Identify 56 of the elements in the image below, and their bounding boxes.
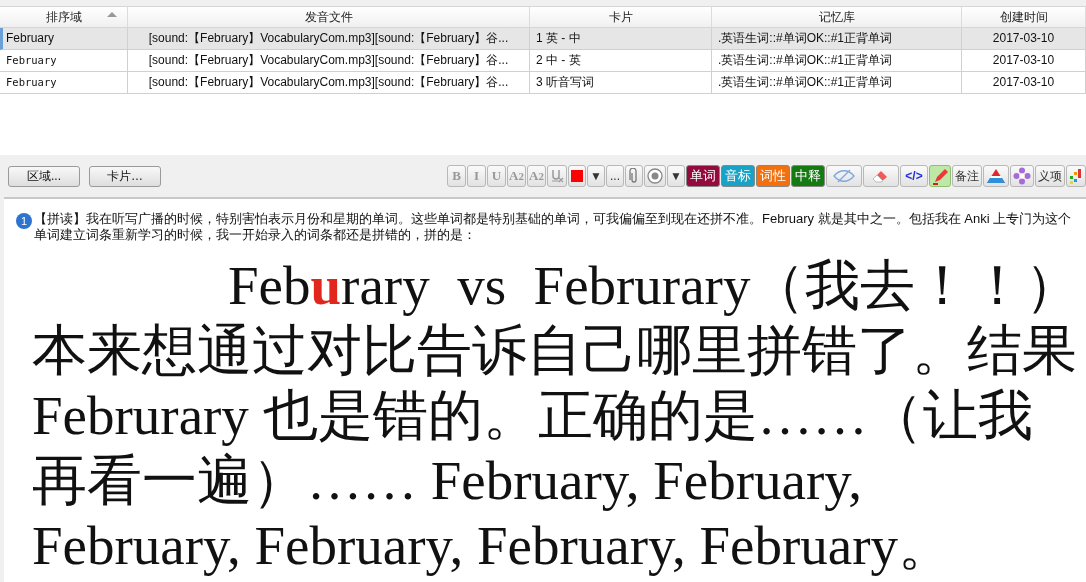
dialog-button[interactable]: 区域... bbox=[8, 165, 80, 187]
code-button[interactable]: </> bbox=[900, 165, 928, 187]
dialog-button[interactable]: 卡片… bbox=[89, 165, 161, 187]
table-cell: [sound:【February】VocabularyCom.mp3][sound:【February】谷... bbox=[128, 28, 530, 50]
column-header[interactable]: 排序域 bbox=[0, 6, 128, 28]
table-cell: 2017-03-10 bbox=[962, 50, 1086, 72]
toolbar-button[interactable] bbox=[1010, 165, 1034, 187]
table-cell: February bbox=[0, 50, 128, 72]
table-cell: [sound:【February】VocabularyCom.mp3][sound:【February】谷... bbox=[128, 50, 530, 72]
column-header[interactable]: 创建时间 bbox=[962, 6, 1086, 28]
intro-paragraph: 【拼读】我在听写广播的时候，特别害怕表示月份和星期的单词。这些单词都是特别基础的单词，可我偏偏至到现在还拼不准。February 就是其中之一。包括我在 Anki 上专门为这个单词建立词条重新学习的时候，我一开始录入的词条都还是拼错的，拼的是： bbox=[34, 211, 1073, 243]
toolbar-button[interactable]: ... bbox=[606, 165, 624, 187]
table-row[interactable]: February [sound:【February】VocabularyCom.mp3][sound:【February】谷... 2 中 - 英 .英语生词::#单词OK::#1正背单词 2017-03-10 bbox=[0, 50, 1086, 72]
triangle-icon bbox=[986, 168, 1006, 184]
flower-icon bbox=[1013, 167, 1031, 185]
table-cell: 2017-03-10 bbox=[962, 72, 1086, 94]
table-cell: 3 听音写词 bbox=[530, 72, 712, 94]
table-cell: February bbox=[0, 28, 128, 50]
toolbar-button[interactable] bbox=[547, 165, 567, 187]
table-cell: 2017-03-10 bbox=[962, 28, 1086, 50]
table-cell: 1 英 - 中 bbox=[530, 28, 712, 50]
headline-text: Feburary vs Februrary（我去！！） bbox=[227, 254, 1082, 318]
eye-slash-icon bbox=[832, 169, 856, 183]
text-color-button[interactable] bbox=[568, 165, 586, 187]
table-cell: 2 中 - 英 bbox=[530, 50, 712, 72]
toolbar-button[interactable] bbox=[644, 165, 666, 187]
table-cell: .英语生词::#单词OK::#1正背单词 bbox=[712, 50, 962, 72]
colored-dots-icon bbox=[1069, 168, 1083, 184]
toolbar-button[interactable] bbox=[929, 165, 951, 187]
toolbar-button[interactable]: ▼ bbox=[667, 165, 685, 187]
marker-icon bbox=[932, 167, 948, 185]
paperclip-icon bbox=[629, 168, 639, 184]
record-icon bbox=[647, 168, 663, 184]
toolbar-button[interactable] bbox=[1066, 165, 1086, 187]
tag-button[interactable]: 单词 bbox=[686, 165, 720, 187]
table-row[interactable]: February [sound:【February】VocabularyCom.mp3][sound:【February】谷... 3 听音写词 .英语生词::#单词OK::#1正背单词 2017-03-10 bbox=[0, 72, 1086, 94]
table-cell: .英语生词::#单词OK::#1正背单词 bbox=[712, 28, 962, 50]
toolbar-button[interactable]: 义项 bbox=[1035, 165, 1065, 187]
clear-format-icon bbox=[550, 169, 564, 183]
table-cell: [sound:【February】VocabularyCom.mp3][sound:【February】谷... bbox=[128, 72, 530, 94]
toolbar-button[interactable]: ▼ bbox=[587, 165, 605, 187]
field-number-badge: 1 bbox=[16, 213, 32, 229]
table-cell: .英语生词::#单词OK::#1正背单词 bbox=[712, 72, 962, 94]
toolbar-button[interactable] bbox=[826, 165, 862, 187]
table-cell: February bbox=[0, 72, 128, 94]
table-row[interactable]: February [sound:【February】VocabularyCom.mp3][sound:【February】谷... 1 英 - 中 .英语生词::#单词OK::#1正背单词 2017-03-10 bbox=[0, 28, 1086, 50]
toolbar-button[interactable] bbox=[863, 165, 899, 187]
toolbar-button[interactable]: 备注 bbox=[952, 165, 982, 187]
tag-button[interactable]: 中释 bbox=[791, 165, 825, 187]
toolbar-button[interactable] bbox=[625, 165, 643, 187]
column-header[interactable]: 发音文件 bbox=[128, 6, 530, 28]
toolbar-button[interactable] bbox=[983, 165, 1009, 187]
sort-arrow-icon bbox=[107, 12, 117, 17]
column-header[interactable]: 卡片 bbox=[530, 6, 712, 28]
body-paragraph: 本来想通过对比告诉自己哪里拼错了。结果Februrary 也是错的。正确的是……（让我再看一遍）…… February, February, February, February, February, February。 bbox=[32, 319, 1078, 578]
column-header[interactable]: 记忆库 bbox=[712, 6, 962, 28]
